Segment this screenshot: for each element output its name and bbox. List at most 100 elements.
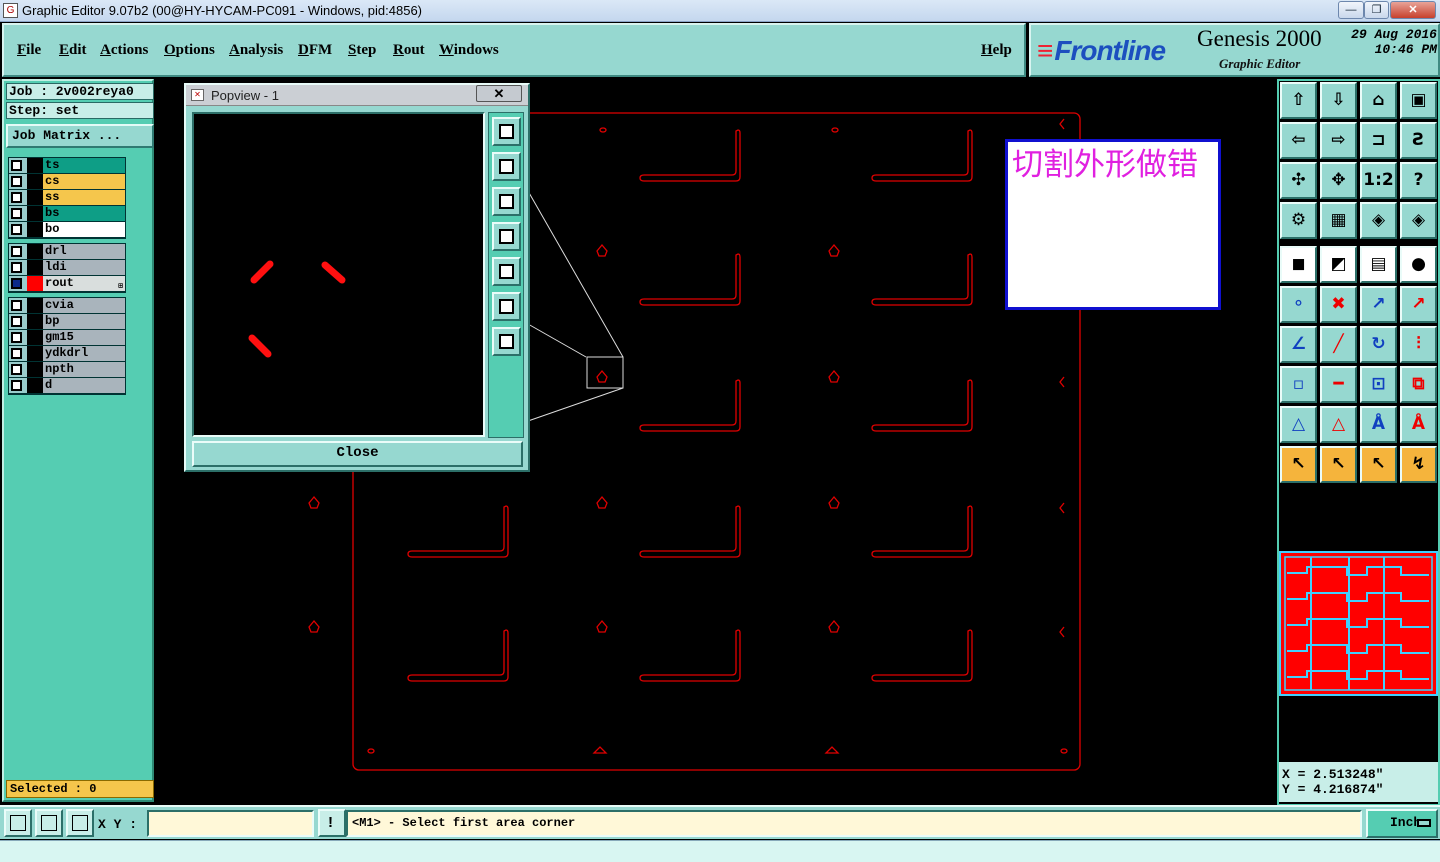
measure-button[interactable] [35,809,63,837]
layer-row-bo[interactable]: bo [9,222,125,238]
zoom-area-button[interactable] [4,809,32,837]
xy-input[interactable] [147,810,314,837]
layer-row-ss[interactable]: ss [9,190,125,206]
layer-row-drl[interactable]: drl [9,244,125,260]
tool-button[interactable]: ⚙ [1280,202,1317,239]
tool-button[interactable]: ? [1400,162,1437,199]
layer-checkbox[interactable] [11,208,22,219]
tool-button[interactable]: ⇧ [1280,82,1317,119]
tool-button[interactable]: ● [1400,246,1437,283]
layer-name[interactable]: bo [43,222,125,237]
units-selector[interactable]: Inch [1366,809,1438,838]
tool-button[interactable]: ▣ [1400,82,1437,119]
layer-checkbox[interactable] [11,316,22,327]
tool-button[interactable]: ⇩ [1320,82,1357,119]
menu-file[interactable]: File [17,42,41,59]
tool-button[interactable]: ↯ [1400,446,1437,483]
layer-row-cvia[interactable]: cvia [9,298,125,314]
layer-row-cs[interactable]: cs [9,174,125,190]
tool-button[interactable]: ⇨ [1320,122,1357,159]
menu-rout[interactable]: Rout [393,42,425,59]
layer-row-d[interactable]: d [9,378,125,394]
layer-name[interactable]: bp [43,314,125,329]
tool-button[interactable]: 1:2 [1360,162,1397,199]
layer-row-rout[interactable]: rout ⊞ [9,276,125,292]
layer-checkbox[interactable] [11,224,22,235]
tool-button[interactable]: ▦ [1320,202,1357,239]
layer-checkbox[interactable] [11,364,22,375]
tool-button[interactable]: ↗ [1360,286,1397,323]
layer-name[interactable]: d [43,378,125,393]
tool-button[interactable]: ⚬ [1280,286,1317,323]
layer-name[interactable]: drl [43,244,125,259]
tool-button[interactable]: ◩ [1320,246,1357,283]
tool-button[interactable]: ↖ [1280,446,1317,483]
layer-name[interactable]: npth [43,362,125,377]
tool-button[interactable]: ⌂ [1360,82,1397,119]
tool-button[interactable]: ✖ [1320,286,1357,323]
layer-checkbox[interactable] [11,160,22,171]
layer-row-bs[interactable]: bs [9,206,125,222]
layer-name[interactable]: rout ⊞ [43,276,125,291]
restore-button[interactable]: ❐ [1364,1,1389,19]
layer-row-gm15[interactable]: gm15 [9,330,125,346]
popview-pan-left-button[interactable] [492,222,521,251]
popview-pan-up-button[interactable] [492,152,521,181]
popview-fit-button[interactable] [492,292,521,321]
menu-dfm[interactable]: DFM [298,42,332,59]
layer-name[interactable]: ldi [43,260,125,275]
menu-options[interactable]: Options [164,42,215,59]
popview-close-button[interactable]: Close [192,441,523,467]
tool-button[interactable]: ▫ [1280,366,1317,403]
tool-button[interactable]: ∠ [1280,326,1317,363]
minimize-button[interactable]: — [1338,1,1364,19]
layer-row-ldi[interactable]: ldi [9,260,125,276]
menu-edit[interactable]: Edit [59,42,87,59]
snap-grid-button[interactable] [66,809,94,837]
layer-checkbox[interactable] [11,176,22,187]
tool-button[interactable]: ⊐ [1360,122,1397,159]
layer-name[interactable]: gm15 [43,330,125,345]
layer-checkbox[interactable] [11,262,22,273]
tool-button[interactable]: △ [1320,406,1357,443]
layer-checkbox[interactable] [11,348,22,359]
layer-row-ts[interactable]: ts [9,158,125,174]
layer-name[interactable]: ydkdrl [43,346,125,361]
menu-windows[interactable]: Windows [439,42,499,59]
tool-button[interactable]: ⫶ [1400,326,1437,363]
tool-button[interactable]: ↻ [1360,326,1397,363]
menu-step[interactable]: Step [348,42,376,59]
layer-checkbox[interactable] [11,380,22,391]
menu-help[interactable]: Help [981,42,1012,59]
popview-canvas[interactable] [192,112,485,437]
tool-button[interactable]: ⧉ [1400,366,1437,403]
layer-checkbox[interactable] [11,278,22,289]
popview-pan-right-button[interactable] [492,257,521,286]
tool-button[interactable]: ━ [1320,366,1357,403]
layer-checkbox[interactable] [11,332,22,343]
close-window-button[interactable]: ✕ [1390,1,1436,19]
layer-row-bp[interactable]: bp [9,314,125,330]
layer-name[interactable]: ss [43,190,125,205]
menu-actions[interactable]: Actions [100,42,148,59]
layer-checkbox[interactable] [11,192,22,203]
layer-row-npth[interactable]: npth [9,362,125,378]
layer-name[interactable]: cvia [43,298,125,313]
popview-close-x-button[interactable]: ✕ [476,85,522,102]
layer-name[interactable]: ts [43,158,125,173]
tool-button[interactable]: Ƨ [1400,122,1437,159]
tool-button[interactable]: ✥ [1320,162,1357,199]
tool-button[interactable]: ◼ [1280,246,1317,283]
tool-button[interactable]: Å [1360,406,1397,443]
job-matrix-button[interactable]: Job Matrix ... [6,124,154,148]
popview-center-button[interactable] [492,327,521,356]
layer-name[interactable]: cs [43,174,125,189]
layer-row-ydkdrl[interactable]: ydkdrl [9,346,125,362]
layer-checkbox[interactable] [11,246,22,257]
tool-button[interactable]: ◈ [1400,202,1437,239]
warning-button[interactable]: ! [318,809,346,837]
tool-button[interactable]: Å [1400,406,1437,443]
menu-analysis[interactable]: Analysis [229,42,283,59]
layer-checkbox[interactable] [11,300,22,311]
tool-button[interactable]: ↖ [1360,446,1397,483]
